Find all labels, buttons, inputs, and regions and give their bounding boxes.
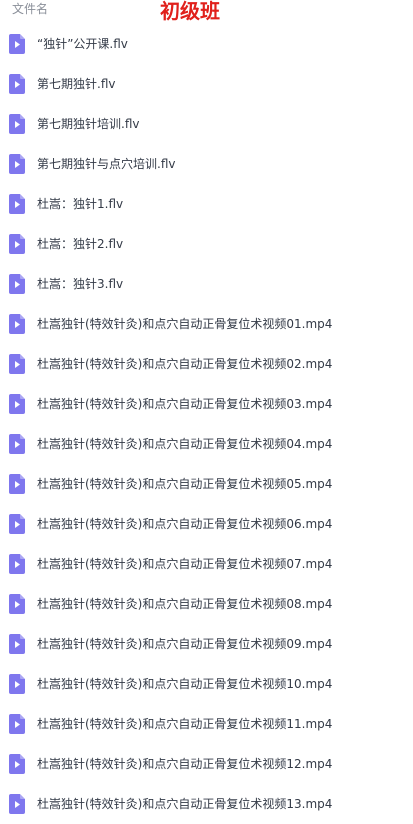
video-file-icon (9, 34, 25, 54)
video-file-icon (9, 114, 25, 134)
file-row[interactable]: 杜嵩独针(特效针灸)和点穴自动正骨复位术视频06.mp4 (0, 504, 413, 544)
file-name[interactable]: 杜嵩独针(特效针灸)和点穴自动正骨复位术视频06.mp4 (37, 515, 332, 533)
video-file-icon (9, 554, 25, 574)
file-name[interactable]: 第七期独针.flv (37, 75, 115, 93)
file-row[interactable]: 杜嵩独针(特效针灸)和点穴自动正骨复位术视频11.mp4 (0, 704, 413, 744)
video-file-icon (9, 754, 25, 774)
file-row[interactable]: “独针”公开课.flv (0, 24, 413, 64)
file-row[interactable]: 杜嵩独针(特效针灸)和点穴自动正骨复位术视频07.mp4 (0, 544, 413, 584)
video-file-icon (9, 514, 25, 534)
file-name[interactable]: 杜嵩独针(特效针灸)和点穴自动正骨复位术视频12.mp4 (37, 755, 332, 773)
video-file-icon (9, 794, 25, 814)
file-name[interactable]: 杜嵩独针(特效针灸)和点穴自动正骨复位术视频04.mp4 (37, 435, 332, 453)
file-row[interactable]: 杜嵩：独针1.flv (0, 184, 413, 224)
file-name[interactable]: 杜嵩独针(特效针灸)和点穴自动正骨复位术视频07.mp4 (37, 555, 332, 573)
file-name[interactable]: 杜嵩：独针3.flv (37, 275, 123, 293)
video-file-icon (9, 394, 25, 414)
file-row[interactable]: 杜嵩独针(特效针灸)和点穴自动正骨复位术视频03.mp4 (0, 384, 413, 424)
video-file-icon (9, 314, 25, 334)
file-row[interactable]: 杜嵩独针(特效针灸)和点穴自动正骨复位术视频12.mp4 (0, 744, 413, 784)
overlay-title: 初级班 (160, 0, 220, 23)
file-row[interactable]: 杜嵩独针(特效针灸)和点穴自动正骨复位术视频04.mp4 (0, 424, 413, 464)
file-name[interactable]: 杜嵩：独针2.flv (37, 235, 123, 253)
video-file-icon (9, 634, 25, 654)
file-name[interactable]: 杜嵩独针(特效针灸)和点穴自动正骨复位术视频08.mp4 (37, 595, 332, 613)
video-file-icon (9, 74, 25, 94)
file-row[interactable]: 杜嵩独针(特效针灸)和点穴自动正骨复位术视频09.mp4 (0, 624, 413, 664)
file-row[interactable]: 杜嵩独针(特效针灸)和点穴自动正骨复位术视频08.mp4 (0, 584, 413, 624)
file-name[interactable]: 杜嵩独针(特效针灸)和点穴自动正骨复位术视频05.mp4 (37, 475, 332, 493)
file-name[interactable]: 杜嵩独针(特效针灸)和点穴自动正骨复位术视频03.mp4 (37, 395, 332, 413)
file-name[interactable]: 杜嵩独针(特效针灸)和点穴自动正骨复位术视频11.mp4 (37, 715, 332, 733)
file-row[interactable]: 杜嵩独针(特效针灸)和点穴自动正骨复位术视频02.mp4 (0, 344, 413, 384)
video-file-icon (9, 594, 25, 614)
file-row[interactable]: 杜嵩独针(特效针灸)和点穴自动正骨复位术视频13.mp4 (0, 784, 413, 824)
file-list: “独针”公开课.flv 第七期独针.flv 第七期独针培训.flv 第七期独针与点穴培… (0, 24, 413, 824)
file-row[interactable]: 杜嵩：独针3.flv (0, 264, 413, 304)
file-name[interactable]: 第七期独针与点穴培训.flv (37, 155, 175, 173)
file-row[interactable]: 杜嵩：独针2.flv (0, 224, 413, 264)
file-name[interactable]: 第七期独针培训.flv (37, 115, 139, 133)
video-file-icon (9, 354, 25, 374)
file-name[interactable]: 杜嵩独针(特效针灸)和点穴自动正骨复位术视频02.mp4 (37, 355, 332, 373)
video-file-icon (9, 154, 25, 174)
file-name[interactable]: 杜嵩独针(特效针灸)和点穴自动正骨复位术视频09.mp4 (37, 635, 332, 653)
video-file-icon (9, 234, 25, 254)
file-row[interactable]: 第七期独针培训.flv (0, 104, 413, 144)
file-name[interactable]: 杜嵩独针(特效针灸)和点穴自动正骨复位术视频13.mp4 (37, 795, 332, 813)
file-list-header: 文件名 初级班 (0, 0, 413, 24)
video-file-icon (9, 474, 25, 494)
file-row[interactable]: 杜嵩独针(特效针灸)和点穴自动正骨复位术视频01.mp4 (0, 304, 413, 344)
file-row[interactable]: 第七期独针与点穴培训.flv (0, 144, 413, 184)
file-row[interactable]: 第七期独针.flv (0, 64, 413, 104)
video-file-icon (9, 434, 25, 454)
file-name[interactable]: 杜嵩独针(特效针灸)和点穴自动正骨复位术视频10.mp4 (37, 675, 332, 693)
file-row[interactable]: 杜嵩独针(特效针灸)和点穴自动正骨复位术视频10.mp4 (0, 664, 413, 704)
video-file-icon (9, 194, 25, 214)
video-file-icon (9, 714, 25, 734)
file-row[interactable]: 杜嵩独针(特效针灸)和点穴自动正骨复位术视频05.mp4 (0, 464, 413, 504)
file-name[interactable]: “独针”公开课.flv (37, 35, 128, 53)
file-name[interactable]: 杜嵩独针(特效针灸)和点穴自动正骨复位术视频01.mp4 (37, 315, 332, 333)
video-file-icon (9, 674, 25, 694)
column-header-filename[interactable]: 文件名 (12, 1, 48, 17)
video-file-icon (9, 274, 25, 294)
file-name[interactable]: 杜嵩：独针1.flv (37, 195, 123, 213)
